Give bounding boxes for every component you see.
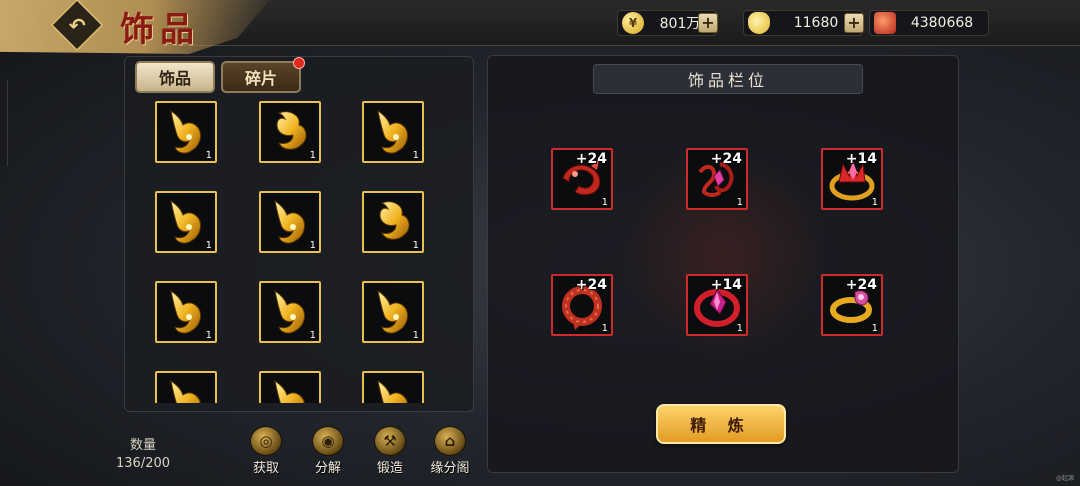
back-arrow-icon: ↶ <box>68 12 86 37</box>
item-quantity: 1 <box>601 323 608 334</box>
inventory-panel: 饰品 碎片 1 1 1 1 1 1 1 1 1 <box>124 56 474 412</box>
pavilion-label: 缘分阁 <box>430 461 470 476</box>
equip-slot[interactable]: +14 1 <box>686 274 748 336</box>
item-quantity: 1 <box>412 330 419 341</box>
acquire-icon: ◎ <box>250 426 282 456</box>
item-quantity: 1 <box>871 197 878 208</box>
equip-slot[interactable]: +24 1 <box>551 148 613 210</box>
equip-slot[interactable]: +14 1 <box>821 148 883 210</box>
count-value: 136/200 <box>116 456 171 471</box>
decompose-icon: ◉ <box>312 426 344 456</box>
inventory-grid: 1 1 1 1 1 1 1 1 1 <box>125 97 475 403</box>
item-quantity: 1 <box>736 197 743 208</box>
hammer-icon: ⚒ <box>374 426 406 456</box>
tab-accessory[interactable]: 饰品 <box>135 61 215 93</box>
fox-pendant-icon <box>263 375 317 403</box>
enhance-level: +24 <box>710 151 742 167</box>
currency-gold: ¥ 801万 + <box>617 10 718 36</box>
enhance-level: +24 <box>845 277 877 293</box>
inventory-item-slot[interactable] <box>259 371 321 403</box>
equip-panel: 饰品栏位 +24 1 +24 1 +14 1 +24 1 +14 1 +24 1 精 炼 <box>487 55 959 473</box>
fox-pendant-icon <box>366 375 420 403</box>
item-quantity: 1 <box>871 323 878 334</box>
item-quantity: 1 <box>736 323 743 334</box>
item-quantity: 1 <box>412 240 419 251</box>
tab-fragment-label: 碎片 <box>244 69 277 88</box>
side-edge-panel <box>0 80 8 166</box>
equip-slot[interactable]: +24 1 <box>551 274 613 336</box>
tab-fragment[interactable]: 碎片 <box>221 57 305 93</box>
inventory-item-slot[interactable]: 1 <box>155 101 217 163</box>
item-quantity: 1 <box>412 150 419 161</box>
item-quantity: 1 <box>309 240 316 251</box>
decompose-button[interactable]: ◉ 分解 <box>304 426 352 476</box>
red-gem-icon <box>874 12 896 34</box>
pavilion-icon: ⌂ <box>434 426 466 456</box>
refine-button[interactable]: 精 炼 <box>656 404 786 444</box>
gold-ingot-icon <box>748 12 770 34</box>
item-quantity: 1 <box>205 150 212 161</box>
item-quantity: 1 <box>205 240 212 251</box>
equip-slot[interactable]: +24 1 <box>821 274 883 336</box>
pavilion-button[interactable]: ⌂ 缘分阁 <box>424 426 476 476</box>
item-quantity: 1 <box>309 150 316 161</box>
currency-ingot: 11680 + <box>743 10 864 36</box>
inventory-item-slot[interactable]: 1 <box>259 191 321 253</box>
forge-label: 锻造 <box>376 461 403 476</box>
inventory-item-slot[interactable]: 1 <box>362 101 424 163</box>
ingot-plus-button[interactable]: + <box>844 13 864 33</box>
notification-dot <box>293 57 305 69</box>
enhance-level: +24 <box>575 277 607 293</box>
page-title: 饰品 <box>120 10 200 50</box>
watermark: @起源 <box>1055 475 1074 482</box>
currency-gem-value: 4380668 <box>910 15 974 31</box>
enhance-level: +14 <box>710 277 742 293</box>
item-quantity: 1 <box>309 330 316 341</box>
inventory-item-slot[interactable]: 1 <box>259 281 321 343</box>
item-quantity: 1 <box>601 197 608 208</box>
inventory-item-slot[interactable]: 1 <box>362 191 424 253</box>
enhance-level: +24 <box>575 151 607 167</box>
inventory-item-slot[interactable]: 1 <box>362 281 424 343</box>
inventory-item-slot[interactable]: 1 <box>155 191 217 253</box>
acquire-button[interactable]: ◎ 获取 <box>242 426 290 476</box>
decompose-label: 分解 <box>314 461 341 476</box>
equip-slot[interactable]: +24 1 <box>686 148 748 210</box>
inventory-item-slot[interactable] <box>362 371 424 403</box>
count-label: 数量 <box>130 438 157 453</box>
inventory-item-slot[interactable] <box>155 371 217 403</box>
equip-slots-header: 饰品栏位 <box>593 64 863 94</box>
gold-coin-icon: ¥ <box>622 12 644 34</box>
enhance-level: +14 <box>845 151 877 167</box>
inventory-item-slot[interactable]: 1 <box>259 101 321 163</box>
acquire-label: 获取 <box>252 461 279 476</box>
currency-gem: 4380668 <box>869 10 989 36</box>
gold-plus-button[interactable]: + <box>698 13 718 33</box>
fox-pendant-icon <box>159 375 213 403</box>
item-quantity: 1 <box>205 330 212 341</box>
forge-button[interactable]: ⚒ 锻造 <box>366 426 414 476</box>
inventory-item-slot[interactable]: 1 <box>155 281 217 343</box>
